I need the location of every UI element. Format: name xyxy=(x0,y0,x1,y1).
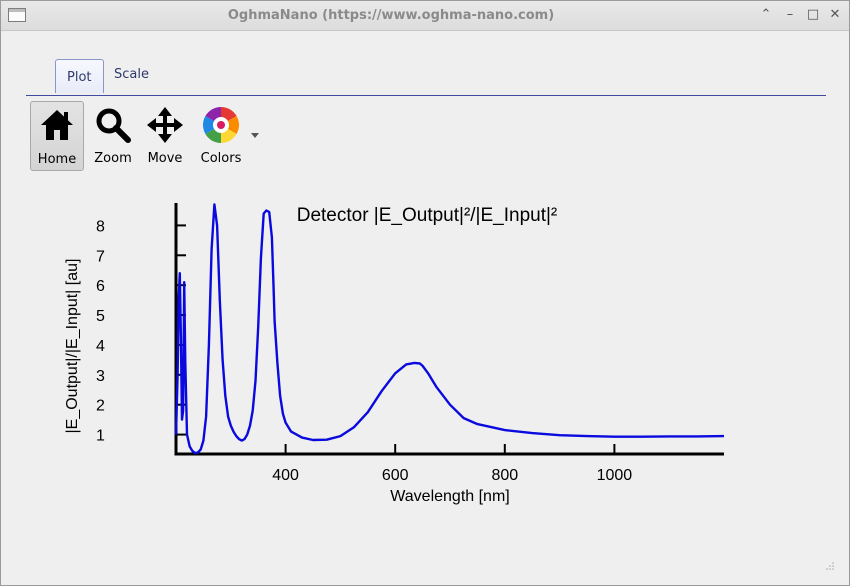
series-line xyxy=(174,203,725,455)
y-tick-label: 8 xyxy=(96,218,105,235)
y-tick-label: 7 xyxy=(96,248,105,265)
y-ticks: 1 2 3 4 5 6 7 8 xyxy=(96,218,186,445)
zoom-label: Zoom xyxy=(94,151,132,166)
x-tick-label: 400 xyxy=(272,467,299,484)
chevron-up-icon[interactable]: ⌃ xyxy=(757,6,775,24)
move-button[interactable]: Move xyxy=(139,101,191,171)
maximize-icon[interactable]: □ xyxy=(804,6,822,24)
color-wheel-icon xyxy=(203,107,239,143)
y-tick-label: 1 xyxy=(96,428,105,445)
home-button[interactable]: Home xyxy=(30,101,84,171)
resize-grip-icon[interactable] xyxy=(825,561,835,571)
x-tick-label: 1000 xyxy=(597,467,633,484)
tab-divider xyxy=(26,95,826,96)
title-bar[interactable]: OghmaNano (https://www.oghma-nano.com) ⌃… xyxy=(1,1,849,31)
y-tick-label: 2 xyxy=(96,398,105,415)
move-label: Move xyxy=(147,151,183,166)
home-icon xyxy=(41,110,73,140)
move-arrows-icon xyxy=(147,107,183,143)
minimize-icon[interactable]: – xyxy=(781,6,799,24)
colors-dropdown-icon[interactable] xyxy=(251,133,259,138)
y-tick-label: 4 xyxy=(96,338,105,355)
x-tick-label: 800 xyxy=(491,467,518,484)
zoom-button[interactable]: Zoom xyxy=(87,101,139,171)
tab-scale[interactable]: Scale xyxy=(103,59,160,93)
colors-button[interactable]: Colors xyxy=(195,101,247,171)
x-tick-label: 600 xyxy=(382,467,409,484)
y-axis-label: |E_Output|/|E_Input| [au] xyxy=(64,259,81,434)
chart-title: Detector |E_Output|²/|E_Input|² xyxy=(297,205,558,226)
y-tick-label: 6 xyxy=(96,278,105,295)
y-tick-label: 3 xyxy=(96,368,105,385)
detector-plot[interactable]: 1 2 3 4 5 6 7 8 400 600 800 1000 Detector |E_Outpu… xyxy=(1,191,849,521)
x-ticks: 400 600 800 1000 xyxy=(272,444,632,484)
home-label: Home xyxy=(37,152,77,167)
app-window: OghmaNano (https://www.oghma-nano.com) ⌃… xyxy=(0,0,850,586)
x-axis-label: Wavelength [nm] xyxy=(390,488,509,505)
magnifier-icon xyxy=(96,108,131,143)
window-title: OghmaNano (https://www.oghma-nano.com) xyxy=(227,8,555,23)
colors-label: Colors xyxy=(200,151,242,166)
tab-plot[interactable]: Plot xyxy=(55,59,104,93)
y-tick-label: 5 xyxy=(96,308,105,325)
close-icon[interactable]: ✕ xyxy=(826,6,844,24)
